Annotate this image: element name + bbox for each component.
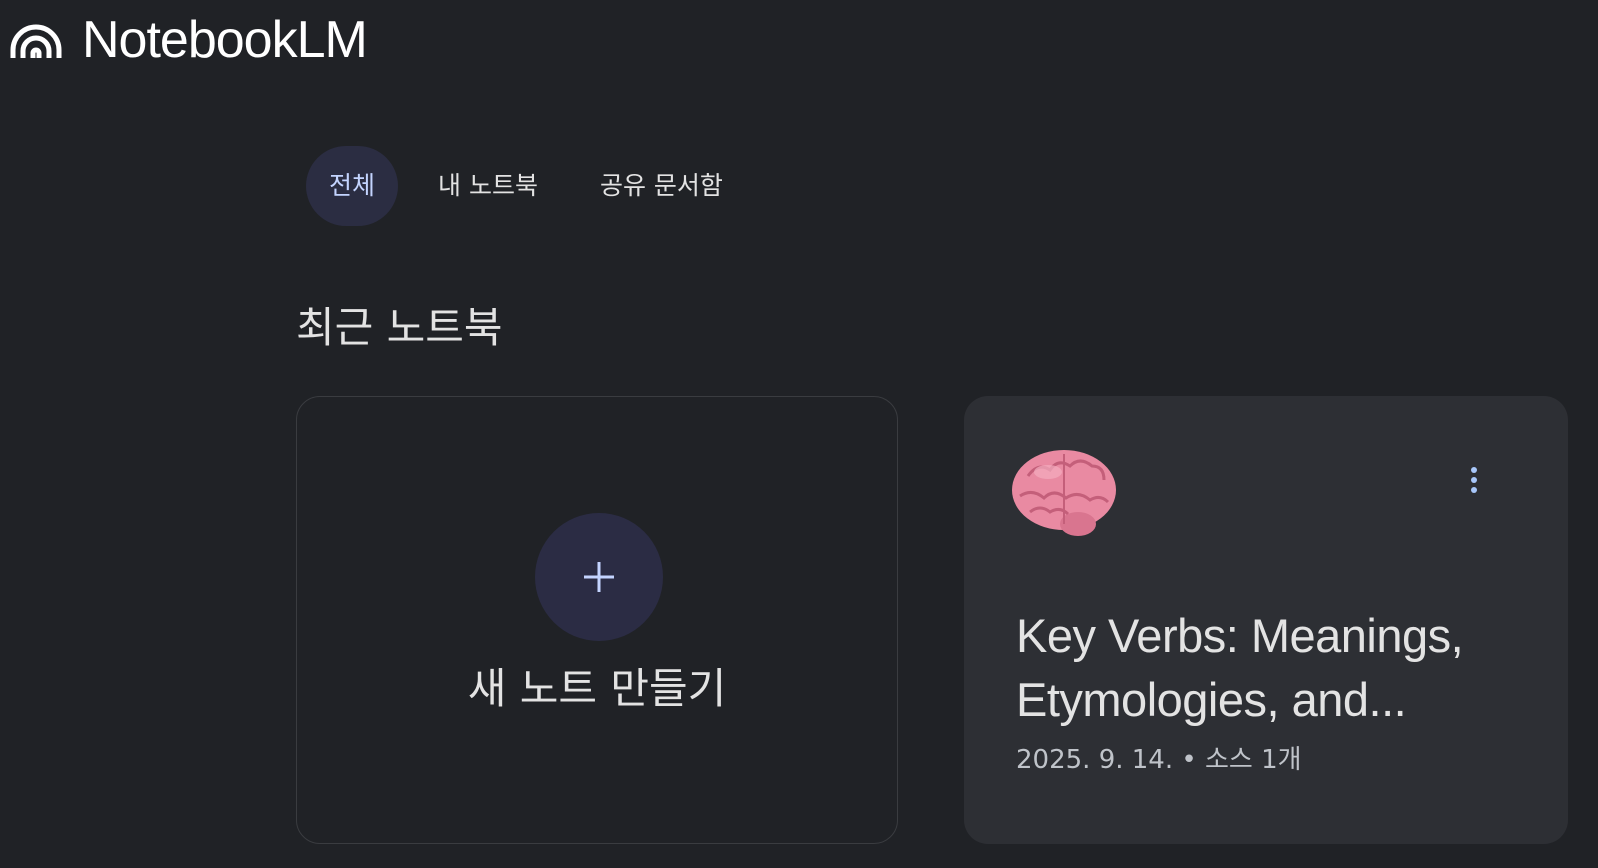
plus-icon (584, 562, 614, 592)
section-title: 최근 노트북 (296, 303, 503, 352)
notebooklm-logo-icon[interactable] (9, 20, 63, 60)
notebook-meta: 2025. 9. 14. • 소스 1개 (1016, 742, 1302, 778)
brain-icon (1008, 446, 1120, 542)
more-vert-icon[interactable] (1456, 462, 1492, 498)
notebook-date: 2025. 9. 14. (1016, 745, 1174, 775)
notebook-filter-tabs: 전체 내 노트북 공유 문서함 (306, 146, 745, 226)
tab-shared[interactable]: 공유 문서함 (578, 146, 745, 226)
notebook-source-count: 소스 1개 (1205, 745, 1302, 775)
notebook-title: Key Verbs: Meanings, Etymologies, and... (1016, 609, 1464, 726)
app-title[interactable]: NotebookLM (82, 12, 368, 68)
notebook-card[interactable]: Key Verbs: Meanings, Etymologies, and...… (964, 396, 1568, 844)
create-notebook-card[interactable]: 새 노트 만들기 (296, 396, 898, 844)
meta-separator: • (1181, 745, 1197, 775)
tab-all[interactable]: 전체 (306, 146, 399, 226)
create-notebook-label: 새 노트 만들기 (467, 664, 727, 713)
tab-my-notebooks[interactable]: 내 노트북 (416, 146, 560, 226)
plus-icon-circle[interactable] (535, 513, 663, 641)
